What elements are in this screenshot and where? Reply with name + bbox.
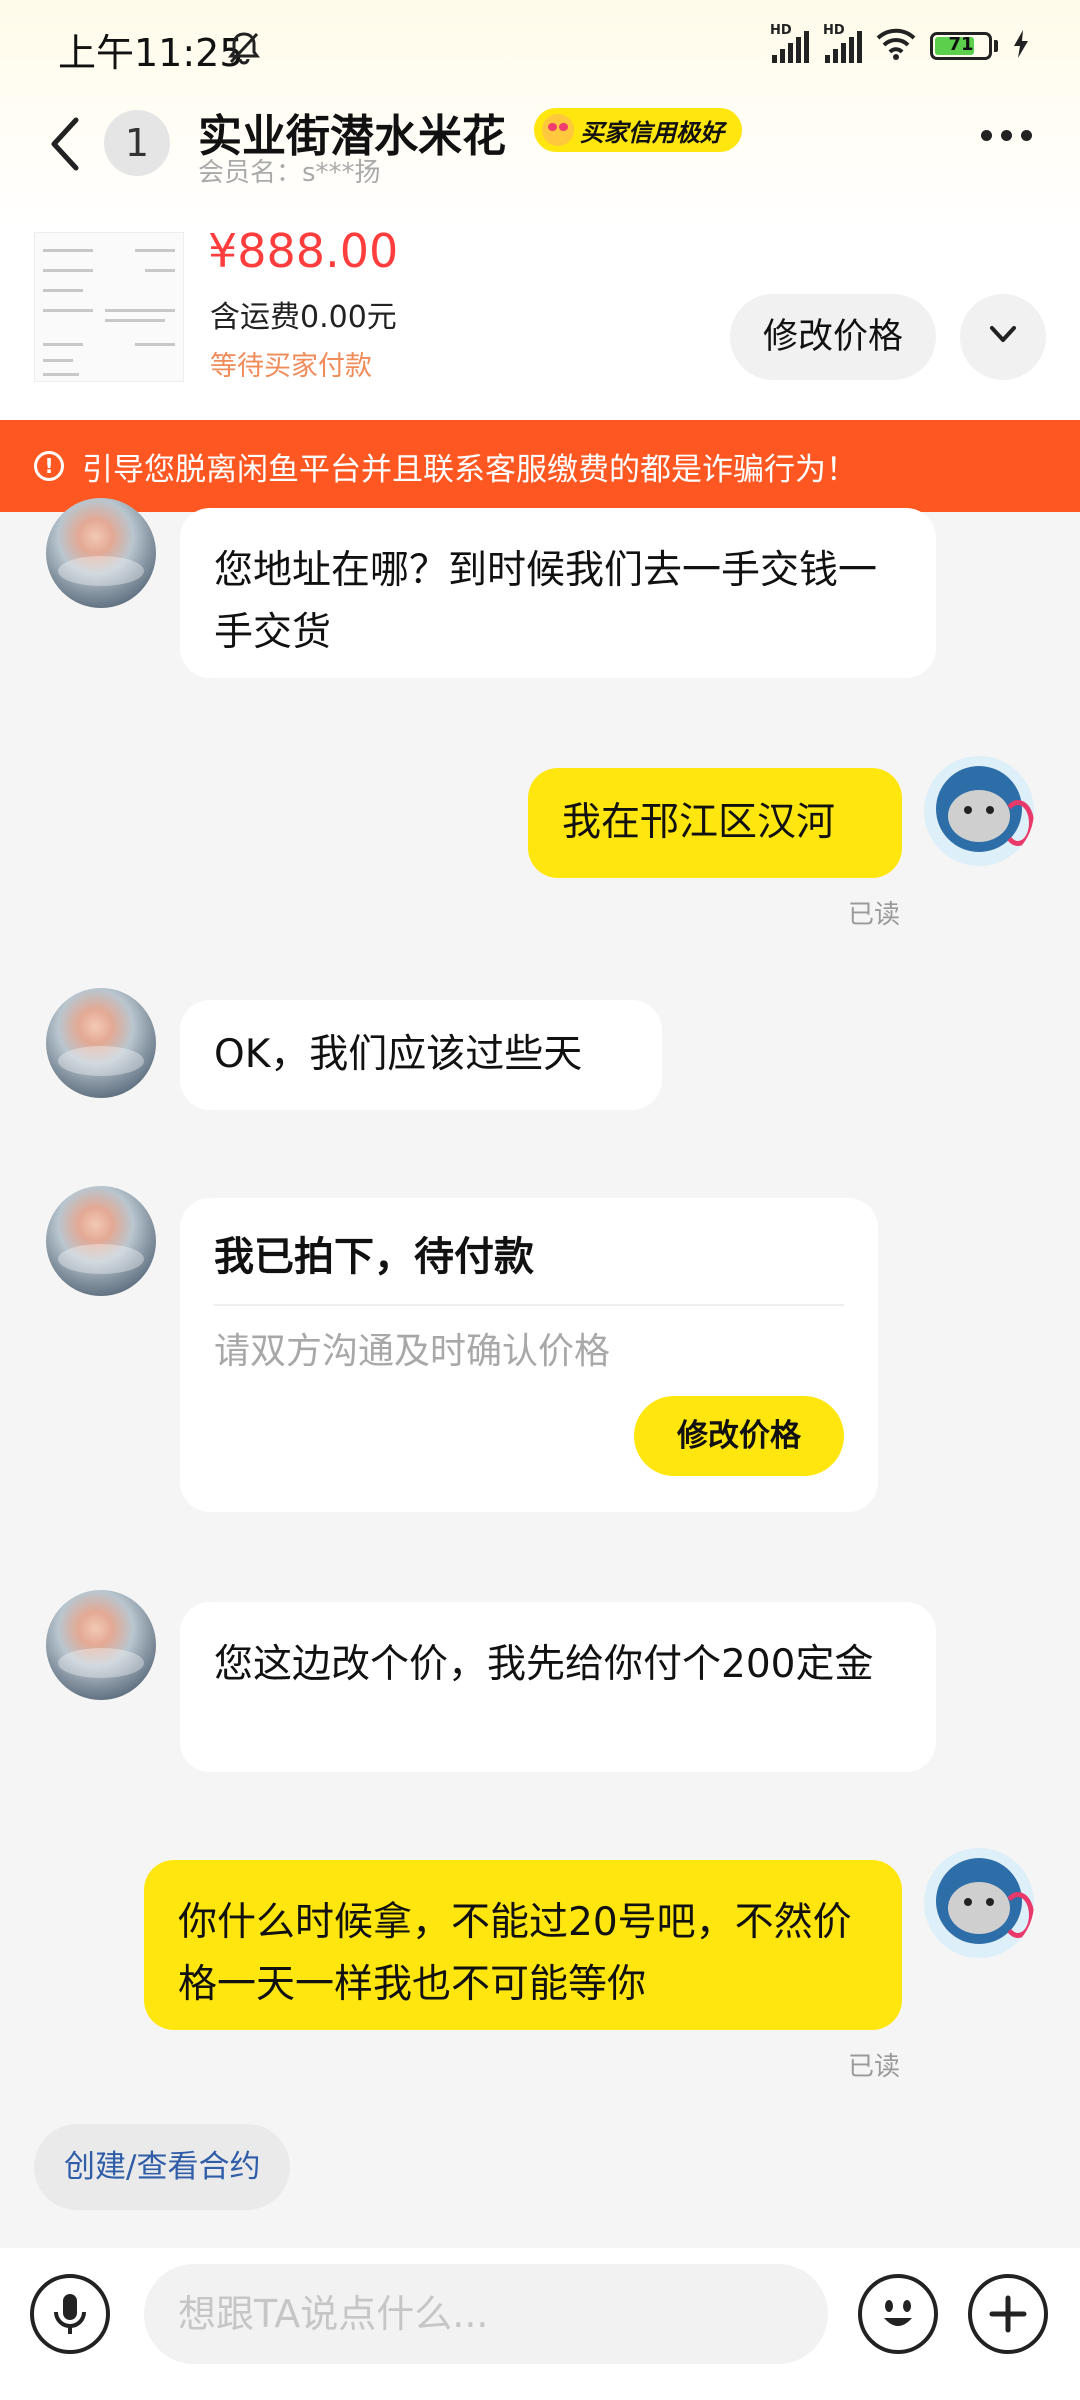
alert-icon: ! [34, 451, 64, 481]
order-card-modify-price-button[interactable]: 修改价格 [634, 1396, 844, 1476]
member-name: 会员名：s***扬 [198, 158, 381, 188]
order-card-subtitle: 请双方沟通及时确认价格 [214, 1331, 611, 1372]
my-avatar[interactable] [924, 1848, 1034, 1958]
product-thumbnail[interactable] [34, 232, 184, 382]
divider [214, 1304, 844, 1306]
product-price: ¥888.00 [208, 224, 399, 278]
create-view-contract-button[interactable]: 创建/查看合约 [34, 2124, 291, 2210]
message-bubble-outgoing[interactable]: 我在邗江区汉河 [528, 768, 902, 878]
fraud-warning-banner: ! 引导您脱离闲鱼平台并且联系客服缴费的都是诈骗行为！ [0, 420, 1080, 512]
charging-icon [1012, 29, 1030, 63]
wifi-icon [876, 28, 916, 64]
status-icons: HD HD 71 [770, 23, 1030, 64]
read-receipt: 已读 [848, 900, 901, 930]
back-button[interactable] [48, 116, 82, 176]
message-bubble-outgoing[interactable]: 你什么时候拿，不能过20号吧，不然价格一天一样我也不可能等你 [144, 1860, 902, 2030]
heart-eyes-icon [542, 114, 574, 146]
more-options-button[interactable] [981, 130, 1032, 141]
plus-button[interactable] [968, 2274, 1048, 2354]
message-bubble-incoming[interactable]: 您这边改个价，我先给你付个200定金 [180, 1602, 936, 1772]
shipping-fee: 含运费0.00元 [210, 300, 397, 335]
order-card-title: 我已拍下，待付款 [214, 1234, 534, 1280]
signal-icon: HD [770, 23, 809, 63]
warning-text: 引导您脱离闲鱼平台并且联系客服缴费的都是诈骗行为！ [82, 451, 857, 488]
modify-price-button[interactable]: 修改价格 [730, 294, 936, 380]
read-receipt: 已读 [848, 2052, 901, 2082]
chat-header: 1 实业街潜水米花 买家信用极好 会员名：s***扬 [0, 100, 1080, 220]
status-time: 上午11:25 [58, 31, 244, 75]
message-bubble-incoming[interactable]: 您地址在哪？到时候我们去一手交钱一手交货 [180, 508, 936, 678]
order-status: 等待买家付款 [210, 351, 372, 382]
message-bubble-incoming[interactable]: OK，我们应该过些天 [180, 1000, 662, 1110]
contact-avatar[interactable] [46, 1186, 156, 1296]
top-panel: 上午11:25 HD HD 71 1 实业街潜水米花 买家信用极好 会员名：s*… [0, 0, 1080, 420]
product-summary: ¥888.00 含运费0.00元 等待买家付款 修改价格 [0, 222, 1080, 418]
microphone-button[interactable] [30, 2274, 110, 2354]
unread-count-badge[interactable]: 1 [104, 110, 170, 176]
emoji-button[interactable] [858, 2274, 938, 2354]
expand-button[interactable] [960, 294, 1046, 380]
order-card: 我已拍下，待付款 请双方沟通及时确认价格 修改价格 [180, 1198, 878, 1512]
contact-avatar[interactable] [46, 988, 156, 1098]
contact-avatar[interactable] [46, 498, 156, 608]
contact-avatar[interactable] [46, 1590, 156, 1700]
battery-icon: 71 [930, 32, 998, 60]
input-bar: 想跟TA说点什么... [0, 2248, 1080, 2400]
credit-badge-text: 买家信用极好 [580, 118, 724, 147]
credit-badge: 买家信用极好 [534, 108, 742, 152]
status-bar: 上午11:25 HD HD 71 [0, 0, 1080, 100]
message-input[interactable]: 想跟TA说点什么... [144, 2264, 828, 2364]
my-avatar[interactable] [924, 756, 1034, 866]
signal-icon: HD [823, 23, 862, 63]
bell-off-icon [226, 30, 262, 70]
